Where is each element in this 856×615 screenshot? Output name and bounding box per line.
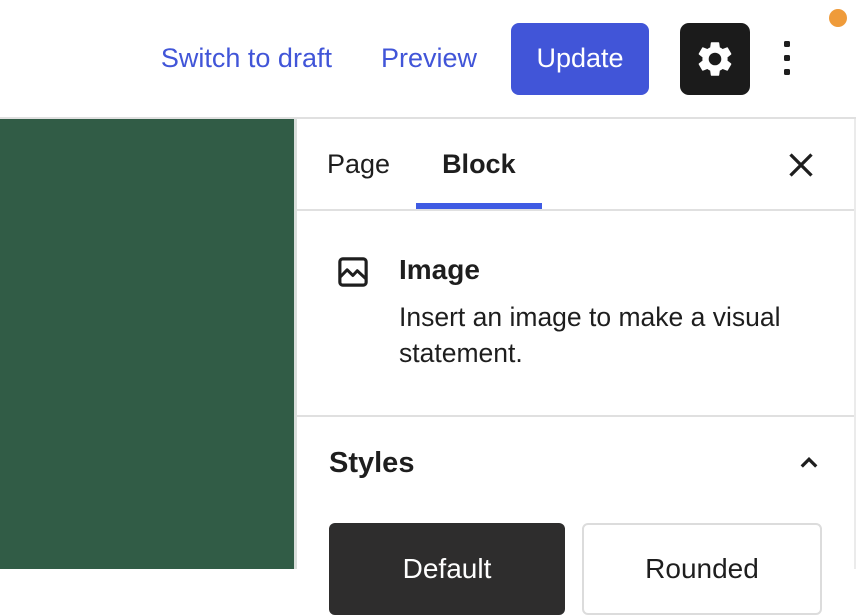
tab-page[interactable]: Page bbox=[301, 119, 416, 209]
settings-sidebar: Page Block Image Insert an image to make… bbox=[294, 119, 856, 615]
unsaved-changes-dot bbox=[829, 9, 847, 27]
collapse-styles-button[interactable] bbox=[787, 441, 831, 485]
tab-block-label: Block bbox=[442, 148, 516, 179]
block-card-text: Image Insert an image to make a visual s… bbox=[399, 251, 803, 371]
sidebar-tab-bar: Page Block bbox=[297, 119, 854, 211]
editor-top-bar: Switch to draft Preview Update bbox=[0, 0, 856, 119]
close-sidebar-button[interactable] bbox=[778, 142, 824, 188]
block-card: Image Insert an image to make a visual s… bbox=[297, 211, 854, 417]
preview-link[interactable]: Preview bbox=[381, 43, 477, 74]
style-option-rounded[interactable]: Rounded bbox=[582, 523, 822, 615]
style-option-default[interactable]: Default bbox=[329, 523, 565, 615]
switch-to-draft-link[interactable]: Switch to draft bbox=[161, 43, 332, 74]
chevron-up-icon bbox=[794, 448, 824, 478]
update-button[interactable]: Update bbox=[511, 22, 649, 95]
kebab-menu-icon bbox=[781, 39, 793, 79]
active-tab-underline bbox=[416, 203, 542, 209]
style-options-row: Default Rounded bbox=[329, 523, 822, 615]
styles-section: Styles Default Rounded bbox=[297, 417, 854, 615]
gear-icon bbox=[694, 38, 736, 80]
styles-panel-toggle[interactable]: Styles bbox=[329, 443, 822, 483]
close-icon bbox=[783, 147, 819, 183]
editor-canvas-green-block[interactable] bbox=[0, 119, 294, 569]
tab-block[interactable]: Block bbox=[416, 119, 542, 209]
block-title: Image bbox=[399, 254, 480, 285]
block-description: Insert an image to make a visual stateme… bbox=[399, 302, 781, 368]
options-menu-button[interactable] bbox=[768, 23, 806, 95]
styles-title: Styles bbox=[329, 446, 415, 479]
image-block-icon bbox=[334, 253, 372, 371]
editor-main: Page Block Image Insert an image to make… bbox=[0, 119, 856, 615]
settings-toggle-button[interactable] bbox=[680, 22, 750, 95]
tab-page-label: Page bbox=[327, 148, 391, 179]
